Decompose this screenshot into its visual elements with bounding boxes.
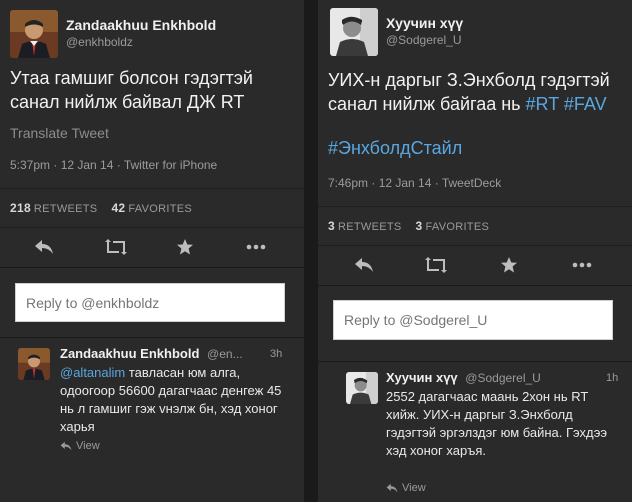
tweet-text: УИХ-н даргыг З.Энхболд гэдэгтэй санал ни… [328, 68, 628, 116]
tweet-detail: Zandaakhuu Enkhbold @enkhboldz Утаа гамш… [0, 0, 304, 268]
tweet-panel-right: Хуучин хүү @Sodgerel_U УИХ-н даргыг З.Эн… [318, 0, 632, 502]
avatar[interactable] [18, 348, 50, 380]
column-gutter [304, 0, 318, 502]
author-fullname[interactable]: Хуучин хүү [386, 14, 463, 32]
tweet-actions [0, 228, 304, 266]
avatar[interactable] [346, 372, 378, 404]
mention-link[interactable]: @altanalim [60, 365, 125, 380]
tweet-stats: 3 RETWEETS 3 FAVORITES [318, 206, 632, 246]
tweet-text: Утаа гамшиг болсон гэдэгтэй санал нийлж … [10, 68, 253, 112]
favorites-count: 42 [111, 201, 126, 215]
reply-text: 2552 дагагчаас маань 2хон нь RT хийж. УИ… [386, 389, 608, 458]
avatar[interactable] [10, 10, 58, 58]
view-link[interactable]: View [60, 440, 100, 452]
reply-timestamp[interactable]: 1h [606, 372, 618, 384]
retweets-count: 3 [328, 219, 335, 233]
reply-icon[interactable] [352, 255, 376, 275]
tweet-detail: Хуучин хүү @Sodgerel_U УИХ-н даргыг З.Эн… [318, 0, 632, 286]
tweet-panel-left: Zandaakhuu Enkhbold @enkhboldz Утаа гамш… [0, 0, 304, 502]
reply-input[interactable] [15, 283, 285, 322]
reply-text: @altanalim тавласан юм алга, одоогоор 56… [60, 364, 292, 436]
hashtag-link[interactable]: #RT [526, 94, 559, 114]
favorites-stat[interactable]: 3 FAVORITES [416, 219, 490, 233]
tweet-meta: 5:37pm · 12 Jan 14 · Twitter for iPhone [10, 158, 218, 172]
translate-tweet-link[interactable]: Translate Tweet [10, 125, 109, 141]
reply-arrow-icon [386, 483, 398, 493]
reply-arrow-icon [60, 441, 72, 451]
retweets-stat[interactable]: 218 RETWEETS [10, 201, 97, 215]
reply-author-screenname[interactable]: @en... [207, 347, 243, 361]
reply-input[interactable] [333, 300, 613, 340]
retweets-count: 218 [10, 201, 31, 215]
favorites-stat[interactable]: 42 FAVORITES [111, 201, 192, 215]
reply-timestamp[interactable]: 3h [270, 348, 282, 360]
retweets-label: RETWEETS [337, 221, 402, 233]
more-icon[interactable] [244, 237, 268, 257]
retweets-stat[interactable]: 3 RETWEETS [328, 219, 402, 233]
favorite-star-icon[interactable] [497, 255, 521, 275]
tweet-stats: 218 RETWEETS 42 FAVORITES [0, 188, 304, 228]
view-label: View [76, 440, 100, 452]
reply-icon[interactable] [32, 237, 56, 257]
favorites-label: FAVORITES [425, 221, 490, 233]
reply-box [318, 286, 632, 362]
retweet-icon[interactable] [104, 237, 128, 257]
reply-author-fullname[interactable]: Zandaakhuu Enkhbold [60, 346, 199, 361]
avatar[interactable] [330, 8, 378, 56]
hashtag-link[interactable]: #ЭнхболдСтайл [328, 138, 462, 159]
reply-tweet[interactable]: Хуучин хүү @Sodgerel_U 1h 2552 дагагчаас… [318, 362, 632, 494]
favorites-count: 3 [415, 219, 423, 233]
reply-author-fullname[interactable]: Хуучин хүү [386, 370, 458, 385]
tweet-meta: 7:46pm · 12 Jan 14 · TweetDeck [328, 176, 502, 190]
view-label: View [402, 482, 426, 494]
reply-author-screenname[interactable]: @Sodgerel_U [465, 371, 541, 385]
tweet-author[interactable]: Хуучин хүү @Sodgerel_U [330, 8, 463, 56]
author-screenname[interactable]: @enkhboldz [66, 34, 216, 50]
tweet-author[interactable]: Zandaakhuu Enkhbold @enkhboldz [10, 10, 216, 58]
favorites-label: FAVORITES [128, 203, 193, 215]
retweet-icon[interactable] [424, 255, 448, 275]
more-icon[interactable] [570, 255, 594, 275]
favorite-star-icon[interactable] [173, 237, 197, 257]
hashtag-link[interactable]: #FAV [564, 94, 607, 114]
reply-box [0, 268, 304, 338]
tweet-actions [318, 246, 632, 284]
reply-tweet[interactable]: Zandaakhuu Enkhbold @en... 3h @altanalim… [0, 338, 304, 452]
author-screenname[interactable]: @Sodgerel_U [386, 32, 463, 48]
view-link[interactable]: View [386, 482, 426, 494]
author-fullname[interactable]: Zandaakhuu Enkhbold [66, 16, 216, 34]
retweets-label: RETWEETS [33, 203, 98, 215]
